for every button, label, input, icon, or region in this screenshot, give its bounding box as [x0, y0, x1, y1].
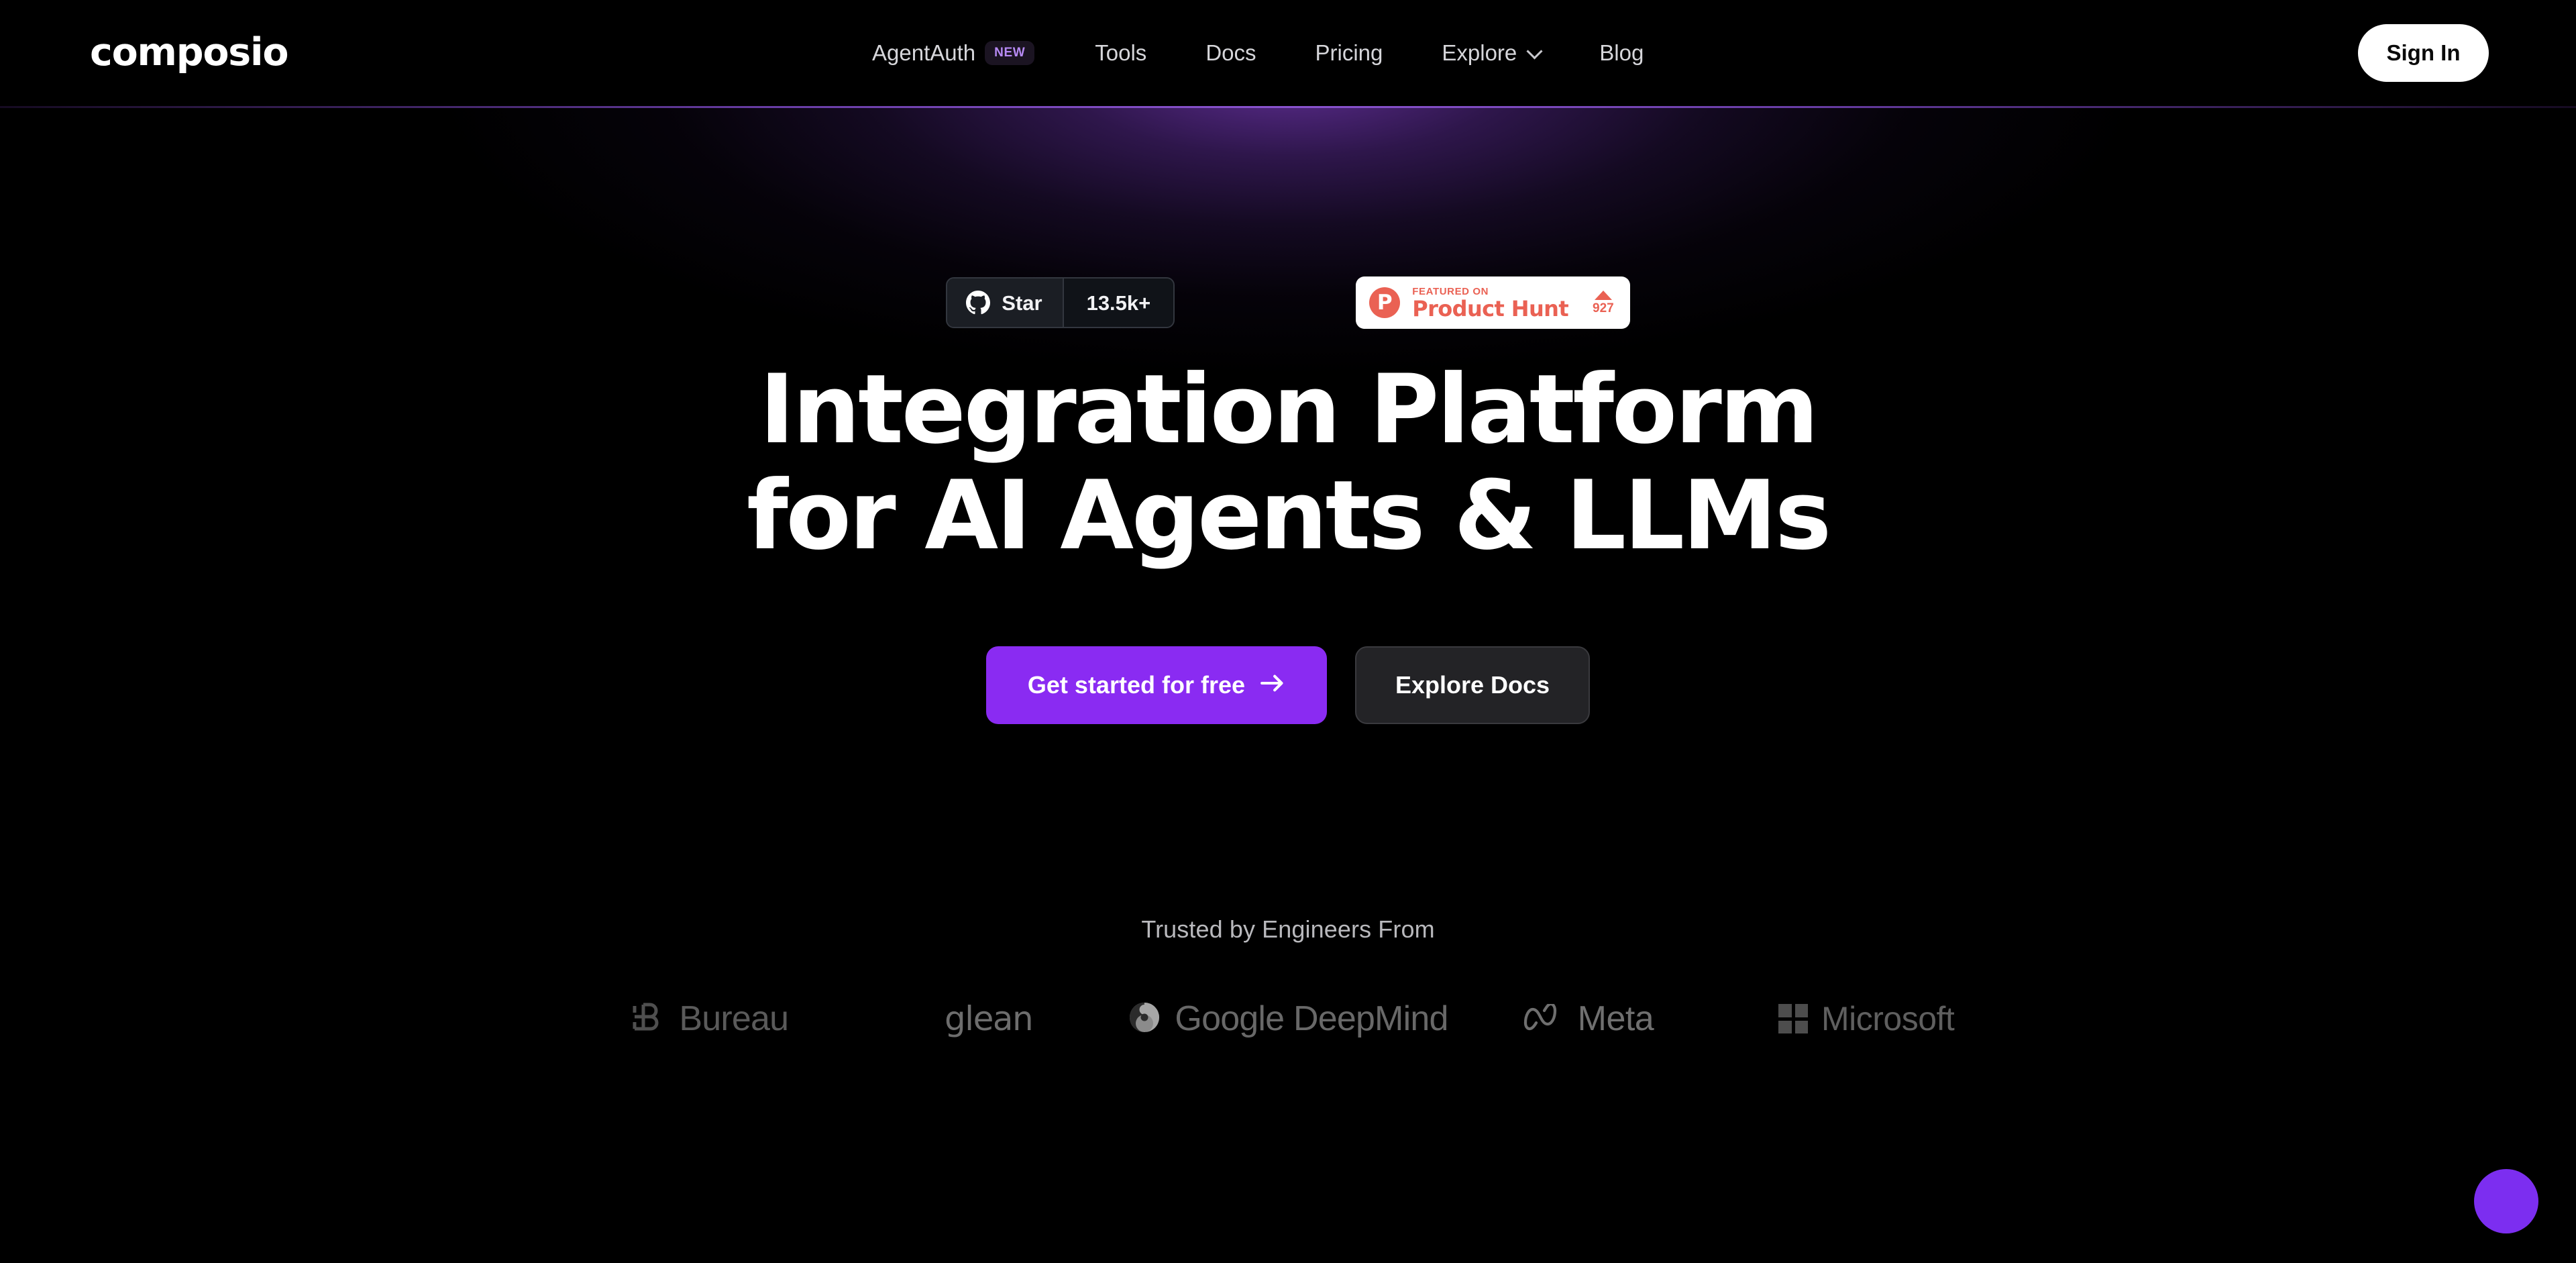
triangle-up-icon: [1594, 291, 1612, 300]
github-icon: [966, 291, 991, 315]
product-hunt-text: FEATURED ON Product Hunt: [1412, 287, 1568, 319]
github-star-label: Star: [1002, 291, 1042, 315]
microsoft-square-3: [1778, 1020, 1792, 1034]
google-deepmind-spiral-icon: [1128, 1001, 1161, 1038]
github-star-badge[interactable]: Star 13.5k+: [946, 277, 1175, 328]
trusted-logo-bureau: Bureau: [570, 992, 849, 1046]
brand-logo[interactable]: composio: [90, 34, 289, 72]
product-hunt-badge[interactable]: P FEATURED ON Product Hunt 927: [1356, 276, 1630, 329]
meta-infinity-icon: [1521, 1002, 1564, 1034]
chevron-down-icon: [1526, 42, 1543, 60]
nav-item-pricing[interactable]: Pricing: [1316, 40, 1383, 66]
hero-cta-row: Get started for free Explore Docs: [985, 646, 1591, 725]
nav-item-docs[interactable]: Docs: [1205, 40, 1256, 66]
nav-label-blog: Blog: [1599, 40, 1644, 65]
github-star-count-wrap[interactable]: 13.5k+: [1062, 279, 1174, 327]
github-star-count: 13.5k+: [1086, 291, 1151, 315]
trusted-logo-glean: glean: [849, 992, 1128, 1046]
microsoft-square-4: [1794, 1020, 1808, 1034]
meta-wordmark: Meta: [1577, 999, 1654, 1039]
headline-line-1: Integration Platform: [759, 354, 1819, 465]
nav-item-explore[interactable]: Explore: [1442, 40, 1543, 66]
headline-line-2: for AI Agents & LLMs: [747, 460, 1831, 571]
nav-badge-new: NEW: [985, 41, 1035, 65]
product-hunt-upvote-count: 927: [1593, 301, 1614, 315]
microsoft-wordmark: Microsoft: [1821, 1000, 1955, 1038]
nav-label-explore: Explore: [1442, 40, 1517, 65]
google-deepmind-wordmark: Google DeepMind: [1175, 999, 1448, 1039]
nav-label-agentauth: AgentAuth: [872, 40, 976, 65]
product-hunt-letter: P: [1377, 290, 1393, 315]
nav-label-docs: Docs: [1205, 40, 1256, 65]
microsoft-grid-icon: [1778, 1004, 1808, 1034]
sign-in-button[interactable]: Sign In: [2358, 24, 2489, 82]
page-root: composio AgentAuth NEW Tools Docs Pricin…: [0, 0, 2576, 1263]
trusted-logo-microsoft: Microsoft: [1727, 992, 2006, 1046]
nav-item-agentauth[interactable]: AgentAuth NEW: [872, 40, 1035, 66]
glean-wordmark: glean: [944, 999, 1034, 1039]
bureau-wordmark: Bureau: [679, 999, 789, 1039]
hero-section: Star 13.5k+ P FEATURED ON Product Hunt 9…: [0, 106, 2576, 1046]
explore-docs-button[interactable]: Explore Docs: [1355, 646, 1591, 725]
trusted-by-label: Trusted by Engineers From: [1141, 915, 1435, 944]
product-hunt-icon: P: [1369, 287, 1401, 318]
trusted-logo-google-deepmind: Google DeepMind: [1128, 992, 1448, 1046]
arrow-right-icon: [1260, 671, 1285, 699]
trusted-logos-row: Bureau glean Google DeepMind Meta Micros…: [570, 992, 2006, 1046]
product-hunt-featured-label: FEATURED ON: [1412, 285, 1489, 297]
chat-bubble-icon[interactable]: [2474, 1169, 2538, 1233]
product-hunt-upvote[interactable]: 927: [1593, 291, 1614, 315]
product-hunt-name: Product Hunt: [1412, 295, 1569, 321]
trusted-logo-meta: Meta: [1448, 992, 1727, 1046]
get-started-button[interactable]: Get started for free: [985, 646, 1327, 725]
main-navigation: AgentAuth NEW Tools Docs Pricing Explore…: [872, 0, 1644, 106]
bureau-b-mark-icon: [631, 1000, 665, 1038]
nav-label-tools: Tools: [1095, 40, 1147, 65]
github-star-left[interactable]: Star: [947, 279, 1063, 327]
hero-badges-row: Star 13.5k+ P FEATURED ON Product Hunt 9…: [946, 274, 1630, 332]
microsoft-square-2: [1794, 1004, 1808, 1017]
nav-label-pricing: Pricing: [1315, 40, 1383, 65]
nav-item-blog[interactable]: Blog: [1599, 40, 1644, 66]
page-title: Integration Platform for AI Agents & LLM…: [747, 354, 1831, 571]
site-header: composio AgentAuth NEW Tools Docs Pricin…: [0, 0, 2576, 106]
microsoft-square-1: [1778, 1004, 1792, 1017]
get-started-label: Get started for free: [1027, 671, 1245, 699]
nav-item-tools[interactable]: Tools: [1095, 40, 1146, 66]
